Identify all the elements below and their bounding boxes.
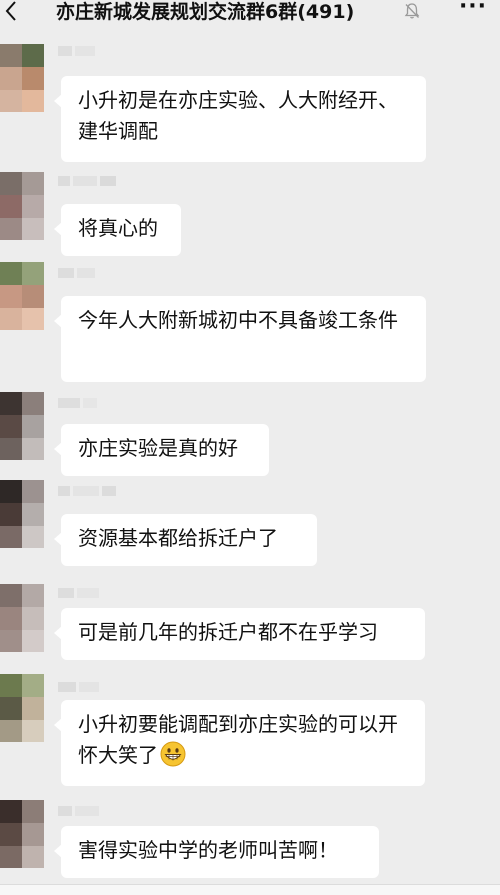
chevron-left-icon bbox=[5, 1, 16, 21]
message-text: 今年人大附新城初中不具备竣工条件 bbox=[78, 308, 398, 332]
message-text: 小升初要能调配到亦庄实验的可以开怀大笑了 bbox=[78, 712, 398, 767]
message-text: 资源基本都给拆迁户了 bbox=[78, 526, 278, 550]
sender-nickname bbox=[58, 46, 98, 58]
message-text: 可是前几年的拆迁户都不在乎学习 bbox=[78, 620, 378, 644]
message-bubble[interactable]: 将真心的 bbox=[54, 204, 181, 256]
avatar[interactable] bbox=[0, 800, 44, 868]
message-bubble[interactable]: 小升初是在亦庄实验、人大附经开、建华调配 bbox=[54, 76, 426, 162]
message-bubble[interactable]: 资源基本都给拆迁户了 bbox=[54, 514, 317, 566]
sender-nickname bbox=[58, 486, 119, 498]
avatar[interactable] bbox=[0, 44, 44, 112]
message-text: 亦庄实验是真的好 bbox=[78, 436, 238, 460]
sender-nickname bbox=[58, 806, 102, 818]
avatar[interactable] bbox=[0, 584, 44, 652]
sender-nickname bbox=[58, 398, 100, 410]
more-options-button[interactable]: ··· bbox=[455, 0, 491, 24]
grinning-face-icon bbox=[160, 741, 186, 767]
sender-nickname bbox=[58, 682, 102, 694]
input-bar[interactable] bbox=[0, 884, 500, 895]
bell-muted-icon bbox=[404, 3, 420, 19]
sender-nickname bbox=[58, 588, 102, 600]
message-bubble[interactable]: 今年人大附新城初中不具备竣工条件 bbox=[54, 296, 426, 382]
message-bubble[interactable]: 可是前几年的拆迁户都不在乎学习 bbox=[54, 608, 425, 660]
message-text: 小升初是在亦庄实验、人大附经开、建华调配 bbox=[78, 88, 398, 143]
message-bubble[interactable]: 害得实验中学的老师叫苦啊！ bbox=[54, 826, 379, 878]
back-button[interactable] bbox=[0, 0, 22, 26]
avatar[interactable] bbox=[0, 674, 44, 742]
sender-nickname bbox=[58, 268, 98, 280]
message-text: 害得实验中学的老师叫苦啊！ bbox=[78, 838, 338, 862]
message-bubble[interactable]: 亦庄实验是真的好 bbox=[54, 424, 269, 476]
chat-header: 亦庄新城发展规划交流群6群(491) ··· bbox=[0, 0, 500, 28]
message-text: 将真心的 bbox=[78, 216, 158, 240]
message-bubble[interactable]: 小升初要能调配到亦庄实验的可以开怀大笑了 bbox=[54, 700, 425, 786]
avatar[interactable] bbox=[0, 480, 44, 548]
avatar[interactable] bbox=[0, 172, 44, 240]
chat-title: 亦庄新城发展规划交流群6群(491) bbox=[56, 1, 355, 23]
avatar[interactable] bbox=[0, 392, 44, 460]
sender-nickname bbox=[58, 176, 119, 188]
avatar[interactable] bbox=[0, 262, 44, 330]
